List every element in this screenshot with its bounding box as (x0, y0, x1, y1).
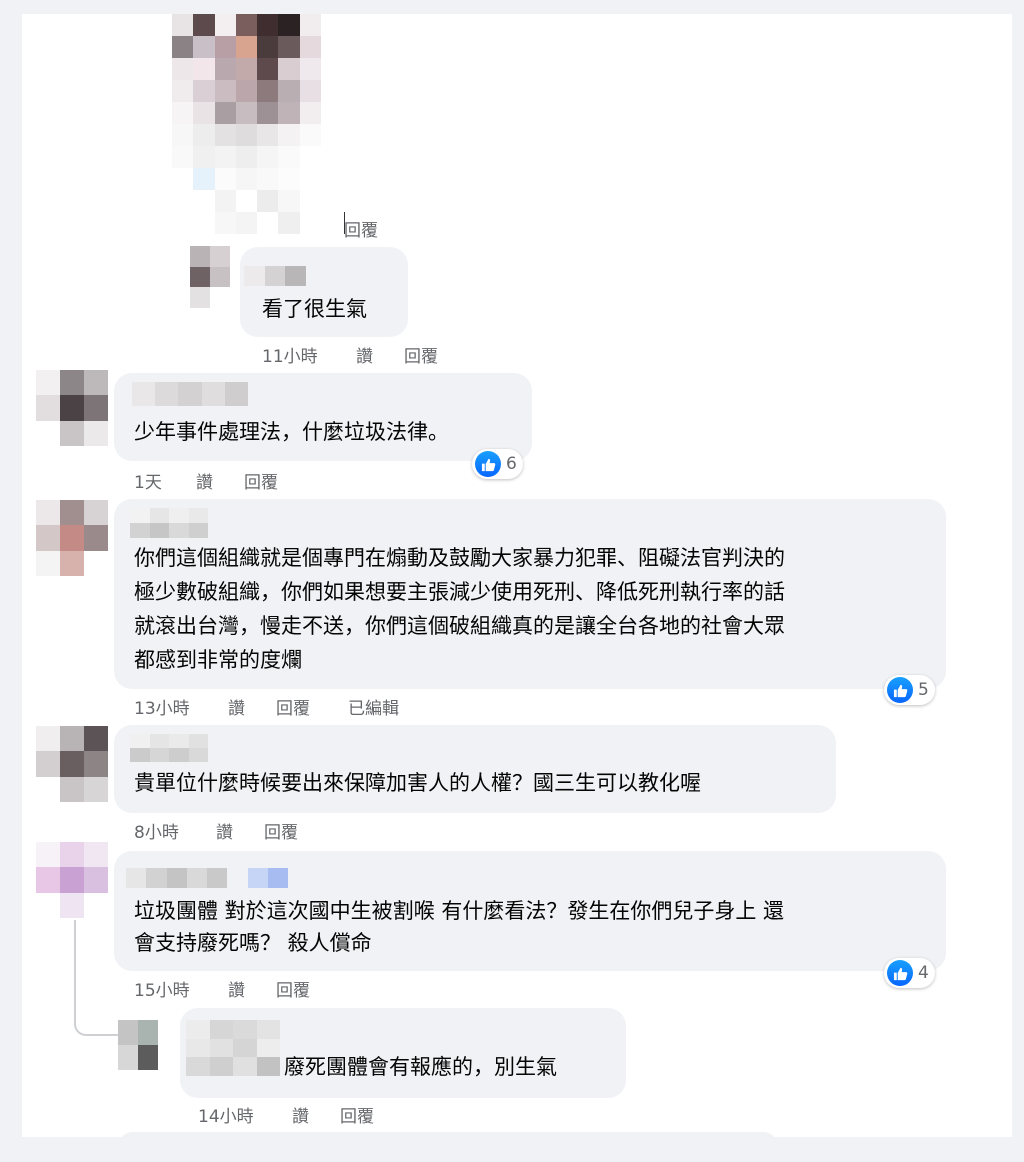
like-thumbs-up-icon (887, 677, 913, 703)
reaction-count[interactable]: 5 (884, 675, 935, 705)
edited-label: 已編輯 (348, 699, 399, 719)
like-link[interactable]: 讚 (196, 468, 213, 493)
blurred-image-attachment[interactable] (172, 14, 342, 234)
avatar[interactable] (118, 1020, 158, 1070)
comment-section: 回覆 看了很生氣 11小時 讚 回覆 少年事件處理法，什麼垃圾法律。 6 1天 … (22, 14, 1012, 1162)
commenter-name[interactable] (130, 734, 208, 762)
commenter-name[interactable] (132, 382, 248, 406)
comment-time[interactable]: 14小時 (198, 1102, 254, 1127)
reply-link[interactable]: 回覆 (276, 694, 310, 719)
like-link[interactable]: 讚 (356, 342, 373, 367)
comment-text: 貴單位什麼時候要出來保障加害人的人權？國三生可以教化喔 (134, 771, 701, 795)
comment-time[interactable]: 8小時 (134, 818, 179, 843)
comment-text: 看了很生氣 (262, 297, 367, 321)
reaction-count[interactable]: 4 (884, 958, 935, 988)
commenter-name[interactable] (186, 1020, 280, 1076)
comment-text: 少年事件處理法，什麼垃圾法律。 (134, 420, 449, 444)
reply-link[interactable]: 回覆 (264, 818, 298, 843)
comment-time[interactable]: 11小時 (262, 342, 318, 367)
comment-time[interactable]: 1天 (134, 468, 162, 493)
comment-text-line: 極少數破組織，你們如果想要主張減少使用死刑、降低死刑執行率的話 (134, 580, 785, 604)
commenter-name[interactable] (126, 868, 288, 888)
comment-text-line: 就滾出台灣，慢走不送，你們這個破組織真的是讓全台各地的社會大眾 (134, 614, 785, 638)
comment-time[interactable]: 13小時 (134, 694, 190, 719)
commenter-name[interactable] (130, 508, 208, 538)
avatar[interactable] (36, 842, 108, 918)
avatar[interactable] (36, 726, 108, 802)
like-count: 4 (918, 963, 929, 983)
commenter-name[interactable] (244, 266, 306, 286)
reply-link[interactable]: 回覆 (404, 342, 438, 367)
avatar[interactable] (190, 246, 230, 308)
avatar[interactable] (36, 370, 108, 446)
reply-link[interactable]: 回覆 (340, 1102, 374, 1127)
like-thumbs-up-icon (887, 960, 913, 986)
comment-text-line: 都感到非常的度爛 (134, 648, 302, 672)
like-link[interactable]: 讚 (292, 1102, 309, 1127)
reply-link[interactable]: 回覆 (344, 216, 378, 241)
comment-text: 廢死團體會有報應的，別生氣 (284, 1055, 557, 1079)
like-link[interactable]: 讚 (216, 818, 233, 843)
like-count: 5 (918, 680, 929, 700)
reply-link[interactable]: 回覆 (276, 976, 310, 1001)
comment-time[interactable]: 15小時 (134, 976, 190, 1001)
top-bar (0, 0, 1024, 14)
reaction-count[interactable]: 6 (472, 449, 523, 479)
avatar[interactable] (36, 500, 108, 576)
comment-text-line: 會支持廢死嗎？ 殺人償命 (134, 931, 372, 955)
like-link[interactable]: 讚 (228, 694, 245, 719)
comment-text-line: 你們這個組織就是個專門在煽動及鼓勵大家暴力犯罪、阻礙法官判決的 (134, 546, 785, 570)
reply-link[interactable]: 回覆 (244, 468, 278, 493)
like-count: 6 (506, 454, 517, 474)
like-thumbs-up-icon (475, 451, 501, 477)
like-link[interactable]: 讚 (228, 976, 245, 1001)
comment-text-line: 垃圾團體 對於這次國中生被割喉 有什麼看法？發生在你們兒子身上 還 (134, 899, 785, 923)
